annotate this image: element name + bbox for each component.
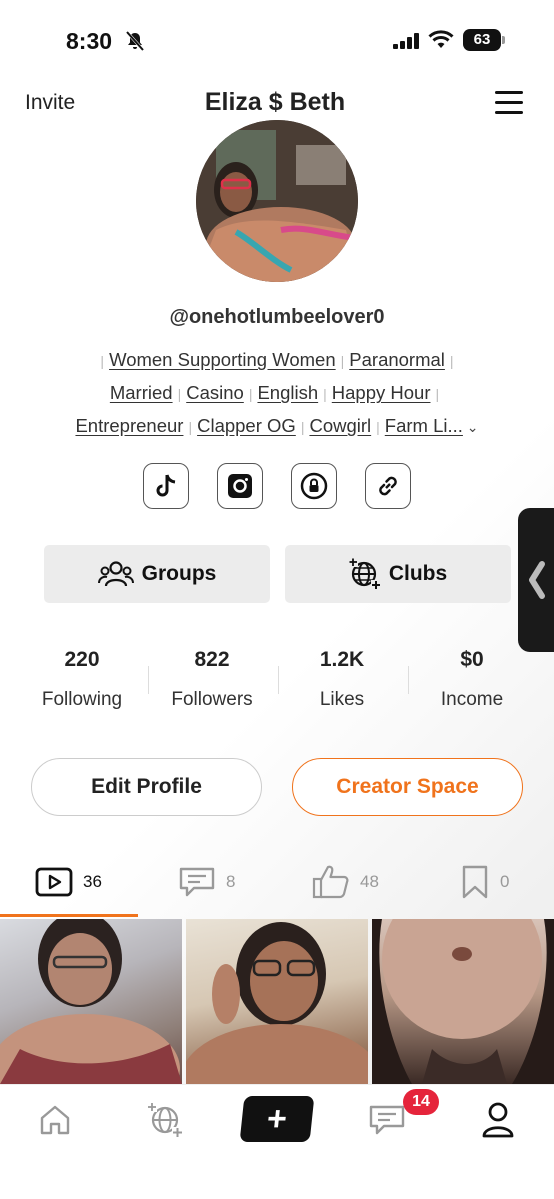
comment-icon (179, 867, 215, 897)
tab-comments[interactable]: 8 (178, 862, 235, 902)
video-thumbnail[interactable] (0, 919, 182, 1084)
avatar-photo (196, 120, 358, 282)
chevron-down-icon[interactable]: ⌄ (463, 419, 479, 435)
interest-tags-row-3: Entrepreneur | Clapper OG | Cowgirl | Farm Li.… (75, 415, 479, 436)
tab-count: 36 (83, 872, 102, 891)
wifi-icon (428, 30, 454, 48)
thumbs-up-icon (312, 865, 349, 899)
avatar[interactable] (196, 120, 358, 282)
side-drawer-handle[interactable] (518, 508, 554, 652)
instagram-icon[interactable] (217, 463, 263, 509)
tab-likes[interactable]: 48 (312, 862, 379, 902)
onlyfans-icon[interactable] (291, 463, 337, 509)
tab-saved[interactable]: 0 (460, 862, 509, 902)
profile-icon[interactable] (473, 1098, 523, 1142)
interest-tags-row-1: | Women Supporting Women | Paranormal | (100, 349, 454, 370)
plus-icon: + (265, 1099, 289, 1138)
invite-link[interactable]: Invite (25, 91, 75, 115)
clubs-button[interactable]: Clubs (285, 545, 511, 603)
tag-item[interactable]: Cowgirl (309, 415, 371, 436)
signal-icon (393, 33, 419, 49)
video-thumbnail[interactable] (372, 919, 554, 1084)
tag-item[interactable]: Happy Hour (332, 382, 431, 403)
tag-item[interactable]: English (257, 382, 318, 403)
groups-label: Groups (141, 562, 217, 585)
video-icon (35, 867, 73, 897)
stat-value: $0 (460, 648, 484, 671)
stat-label: Likes (319, 689, 365, 710)
stat-following[interactable]: 220 Following (17, 648, 147, 711)
tag-item[interactable]: Clapper OG (197, 415, 296, 436)
stat-value: 822 (194, 648, 230, 671)
creator-space-button[interactable]: Creator Space (292, 758, 523, 816)
chevron-left-icon (529, 561, 545, 599)
stat-label: Followers (171, 689, 253, 710)
tag-item[interactable]: Married (110, 382, 173, 403)
discover-globe-icon[interactable] (140, 1098, 190, 1142)
tag-item[interactable]: Entrepreneur (75, 415, 183, 436)
link-icon[interactable] (365, 463, 411, 509)
tag-item[interactable]: Farm Li... (385, 415, 463, 436)
battery-indicator: 63 (463, 29, 501, 51)
tiktok-icon[interactable] (143, 463, 189, 509)
groups-button[interactable]: Groups (44, 545, 270, 603)
clubs-label: Clubs (388, 562, 448, 585)
tab-count: 48 (360, 872, 379, 891)
tag-item[interactable]: Women Supporting Women (109, 349, 336, 370)
stat-likes[interactable]: 1.2K Likes (277, 648, 407, 711)
globe-plus-icon (348, 558, 381, 590)
tag-item[interactable]: Casino (186, 382, 244, 403)
stat-label: Income (440, 689, 504, 710)
home-icon[interactable] (30, 1098, 80, 1142)
battery-tip (502, 36, 505, 44)
tab-videos[interactable]: 36 (35, 862, 102, 902)
stat-label: Following (41, 689, 123, 710)
messages-badge: 14 (403, 1089, 439, 1115)
interest-tags-row-2: Married | Casino | English | Happy Hour | (109, 382, 440, 403)
edit-profile-button[interactable]: Edit Profile (31, 758, 262, 816)
status-time: 8:30 (66, 28, 113, 54)
bell-muted-icon (125, 31, 145, 51)
hamburger-menu-icon[interactable] (495, 91, 523, 115)
stat-income[interactable]: $0 Income (407, 648, 537, 711)
page-title: Eliza $ Beth (204, 88, 346, 116)
active-tab-indicator (0, 914, 138, 917)
video-thumbnail[interactable] (186, 919, 368, 1084)
tab-count: 0 (500, 872, 510, 891)
bookmark-icon (462, 865, 488, 899)
tag-item[interactable]: Paranormal (349, 349, 445, 370)
tab-count: 8 (226, 872, 236, 891)
username-handle: @onehotlumbeelover0 (169, 306, 385, 328)
stat-value: 220 (64, 648, 100, 671)
create-post-button[interactable]: + (239, 1096, 315, 1142)
stat-followers[interactable]: 822 Followers (147, 648, 277, 711)
stat-value: 1.2K (319, 648, 365, 671)
people-icon (97, 561, 134, 587)
